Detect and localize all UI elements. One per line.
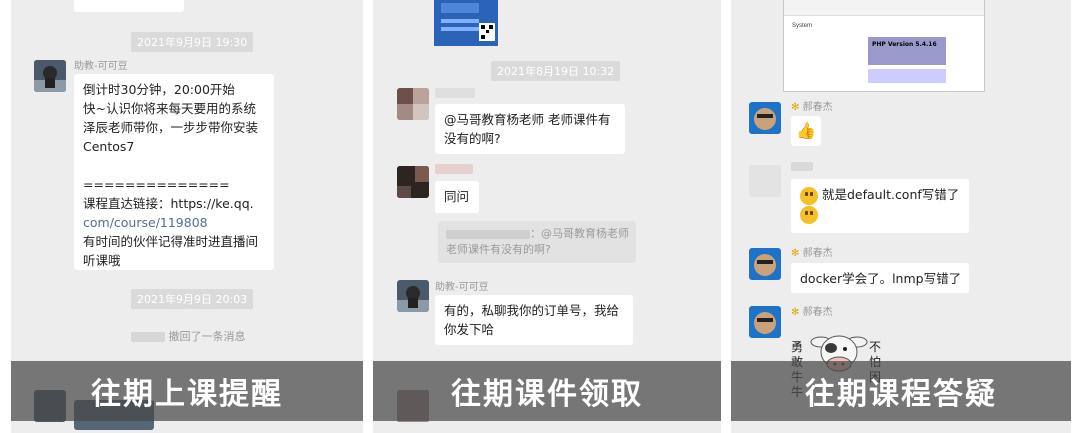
chat-panel-qa: System PHP Version 5.4.16 ✻ 郝春杰 👍 就是defa… bbox=[731, 0, 1071, 433]
message-line: 你发下哈 bbox=[444, 322, 495, 337]
message-line: ============== bbox=[83, 177, 230, 192]
message-line: 倒计时30分钟，20:00开始 bbox=[83, 82, 235, 97]
question-message-bubble[interactable]: @马哥教育杨老师 老师课件有 没有的啊? bbox=[435, 104, 625, 154]
message-line: @马哥教育杨老师 老师课件有 bbox=[444, 112, 611, 127]
quoted-message[interactable]: ：@马哥教育杨老师 老师课件有没有的啊? bbox=[438, 221, 636, 263]
tag-icon: ✻ bbox=[791, 102, 800, 113]
thumbs-up-icon: 👍 bbox=[796, 121, 816, 140]
message-line: 泽辰老师带你，一步步带你安装 bbox=[83, 120, 259, 135]
grin-emoji-icon bbox=[800, 186, 818, 205]
blurred-sender-name bbox=[435, 164, 473, 174]
blurred-name bbox=[131, 332, 165, 342]
message-text: docker学会了。lnmp写错了 bbox=[800, 271, 962, 286]
timestamp: 2021年9月9日 20:03 bbox=[131, 289, 254, 309]
tag-icon: ✻ bbox=[791, 307, 800, 318]
qr-code-icon bbox=[441, 3, 495, 41]
message-line: 同问 bbox=[444, 189, 470, 204]
thumbs-up-message[interactable]: 👍 bbox=[791, 116, 821, 146]
message-text: 就是default.conf写错了 bbox=[821, 187, 960, 202]
panel-caption: 往期课件领取 bbox=[373, 361, 721, 421]
browser-toolbar bbox=[784, 0, 984, 16]
shared-image-thumbnail[interactable] bbox=[434, 0, 498, 46]
avatar-image bbox=[397, 280, 429, 312]
blurred-quote-name bbox=[446, 229, 530, 239]
sender-name: ✻ 郝春杰 bbox=[791, 98, 833, 113]
avatar[interactable] bbox=[749, 306, 781, 338]
sender-name: ✻ 郝春杰 bbox=[791, 244, 833, 259]
quote-line: 老师课件有没有的啊? bbox=[446, 243, 551, 256]
course-link-line[interactable]: 课程直达链接：https://ke.qq. bbox=[83, 194, 265, 213]
avatar[interactable] bbox=[749, 102, 781, 134]
chat-panel-class-reminder: 2021年9月9日 19:30 助教-可可豆 倒计时30分钟，20:00开始 快… bbox=[11, 0, 363, 433]
sender-name-text: 郝春杰 bbox=[802, 307, 833, 318]
sender-name-text: 郝春杰 bbox=[802, 102, 833, 113]
avatar-image bbox=[749, 306, 781, 338]
docker-message[interactable]: docker学会了。lnmp写错了 bbox=[791, 263, 969, 293]
previous-message-bubble bbox=[74, 0, 184, 12]
avatar[interactable] bbox=[749, 248, 781, 280]
tag-icon: ✻ bbox=[791, 248, 800, 259]
sender-name-text: 郝春杰 bbox=[802, 248, 833, 259]
reply-message-bubble[interactable]: 有的，私聊我你的订单号，我给 你发下哈 bbox=[435, 295, 633, 345]
blurred-sender-name bbox=[435, 88, 475, 98]
shared-screenshot[interactable]: System PHP Version 5.4.16 bbox=[783, 0, 985, 92]
php-info-row bbox=[868, 69, 946, 83]
message-line: 有的，私聊我你的订单号，我给 bbox=[444, 303, 620, 318]
default-conf-message[interactable]: 就是default.conf写错了 bbox=[791, 179, 969, 233]
chat-panel-courseware: 2021年8月19日 10:32 @马哥教育杨老师 老师课件有 没有的啊? 同问… bbox=[373, 0, 721, 433]
php-version-banner: PHP Version 5.4.16 bbox=[868, 37, 946, 65]
avatar[interactable] bbox=[397, 280, 429, 312]
message-line: 没有的啊? bbox=[444, 131, 501, 146]
panel-caption: 往期课程答疑 bbox=[731, 361, 1071, 421]
message-line: 快~认识你将来每天要用的系统 bbox=[83, 101, 256, 116]
avatar-image bbox=[397, 166, 429, 198]
sender-name: 助教-可可豆 bbox=[435, 282, 489, 293]
sticker-text: 不 bbox=[869, 340, 882, 354]
avatar-blurred[interactable] bbox=[397, 166, 429, 198]
blurred-sender-name bbox=[791, 162, 813, 171]
message-line: 听课哦 bbox=[83, 253, 121, 268]
timestamp: 2021年9月9日 19:30 bbox=[131, 32, 254, 52]
sender-name: 助教-可可豆 bbox=[74, 61, 128, 72]
avatar[interactable] bbox=[34, 60, 66, 92]
quote-line: ：@马哥教育杨老师 bbox=[530, 227, 629, 240]
sender-name: ✻ 郝春杰 bbox=[791, 303, 833, 318]
timestamp: 2021年8月19日 10:32 bbox=[491, 61, 621, 81]
cry-emoji-icon bbox=[800, 206, 818, 224]
avatar-image bbox=[749, 248, 781, 280]
reminder-message-bubble[interactable]: 倒计时30分钟，20:00开始 快~认识你将来每天要用的系统 泽辰老师带你，一步… bbox=[74, 74, 274, 270]
avatar-image bbox=[749, 102, 781, 134]
course-link[interactable]: com/course/119808 bbox=[83, 213, 265, 232]
avatar-blurred[interactable] bbox=[397, 88, 429, 120]
avatar-blurred[interactable] bbox=[749, 165, 781, 197]
recall-notice: 撤回了一条消息 bbox=[131, 328, 246, 344]
avatar-image bbox=[397, 88, 429, 120]
message-line: 有时间的伙伴记得准时进直播间 bbox=[83, 234, 259, 249]
avatar-image bbox=[34, 60, 66, 92]
message-line: Centos7 bbox=[83, 139, 135, 154]
ask-message-bubble[interactable]: 同问 bbox=[435, 181, 479, 213]
sticker-text: 勇 bbox=[791, 340, 804, 354]
panel-caption: 往期上课提醒 bbox=[11, 361, 363, 421]
recall-notice-text: 撤回了一条消息 bbox=[168, 330, 246, 343]
php-label: System bbox=[792, 23, 813, 29]
